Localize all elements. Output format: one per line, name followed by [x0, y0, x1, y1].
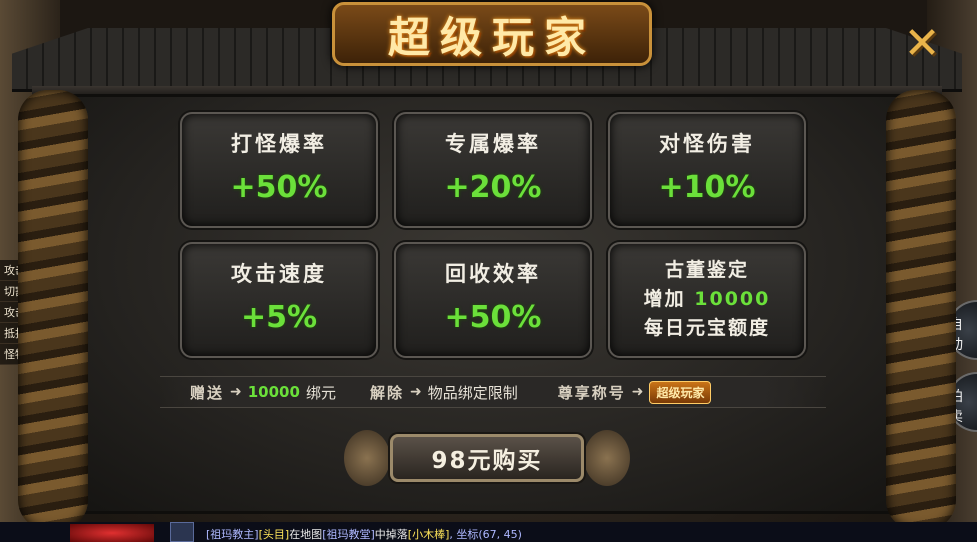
- unbind-value: 物品绑定限制: [427, 383, 518, 402]
- antique-line2-prefix: 增加: [643, 288, 686, 310]
- bonus-card-attack-speed: 攻击速度 +5%: [180, 242, 378, 358]
- buy-button[interactable]: 98元购买: [390, 434, 584, 482]
- arrow-right-icon: ➜: [631, 384, 644, 400]
- gift-value: 10000: [247, 383, 300, 401]
- gift-info: 赠送 ➜ 10000 绑元: [190, 382, 336, 403]
- chat-map-name: [祖玛教堂]: [322, 528, 375, 541]
- title-badge: 超级玩家: [649, 380, 712, 404]
- card-value: +10%: [658, 170, 756, 205]
- arrow-right-icon: ➜: [230, 384, 242, 400]
- unbind-key: 解除: [369, 383, 404, 402]
- bonus-card-recycle-rate: 回收效率 +50%: [394, 242, 592, 358]
- privilege-info-bar: 赠送 ➜ 10000 绑元 解除 ➜ 物品绑定限制 尊享称号 ➜ 超级玩家: [160, 376, 826, 408]
- chat-boss-name: [祖玛教主]: [206, 528, 259, 541]
- card-label: 对怪伤害: [659, 132, 755, 156]
- hp-orb: [70, 524, 154, 542]
- antique-card-text: 古董鉴定 增加 10000 每日元宝额度: [610, 256, 804, 343]
- card-label: 攻击速度: [231, 262, 327, 286]
- gift-unit: 绑元: [305, 383, 336, 402]
- chat-channel-icon[interactable]: [170, 522, 194, 542]
- left-wing-ornament: [344, 430, 390, 486]
- unbind-info: 解除 ➜ 物品绑定限制: [370, 382, 518, 403]
- chat-coord-label: , 坐标: [449, 528, 479, 541]
- title-info: 尊享称号 ➜ 超级玩家: [557, 380, 712, 404]
- chat-item-name: [小木棒]: [407, 528, 450, 541]
- bonus-card-monster-damage: 对怪伤害 +10%: [608, 112, 806, 228]
- chat-text: 在地图: [289, 528, 323, 541]
- card-value: +50%: [230, 170, 328, 205]
- card-label: 专属爆率: [445, 132, 541, 156]
- chat-boss-tag: [头目]: [258, 528, 290, 541]
- left-dragon-pillar: [18, 90, 88, 530]
- chat-coords: (67, 45): [478, 528, 522, 541]
- card-value: +5%: [240, 300, 318, 335]
- super-player-panel: 超级玩家 ✕ 打怪爆率 +50% 专属爆率 +20% 对怪伤害 +10% 攻击速…: [12, 2, 962, 530]
- gift-key: 赠送: [190, 383, 225, 402]
- bonus-card-drop-rate: 打怪爆率 +50%: [180, 112, 378, 228]
- bonus-card-exclusive-drop: 专属爆率 +20%: [394, 112, 592, 228]
- card-value: +50%: [444, 300, 542, 335]
- antique-line3: 每日元宝额度: [643, 317, 770, 339]
- close-icon: ✕: [903, 18, 941, 69]
- antique-line2: 增加 10000: [610, 285, 804, 314]
- bonus-card-antique-appraisal: 古董鉴定 增加 10000 每日元宝额度: [608, 242, 806, 358]
- antique-line2-value: 10000: [694, 288, 771, 310]
- chat-text: 中掉落: [374, 528, 408, 541]
- title-plate: 超级玩家: [332, 2, 652, 66]
- right-dragon-pillar: [886, 90, 956, 530]
- card-label: 回收效率: [445, 262, 541, 286]
- arrow-right-icon: ➜: [409, 384, 422, 400]
- buy-button-label: 98元购买: [431, 448, 543, 474]
- close-button[interactable]: ✕: [900, 22, 944, 66]
- system-chat-message: [祖玛教主][头目]在地图[祖玛教堂]中掉落[小木棒], 坐标(67, 45): [206, 526, 522, 542]
- panel-title: 超级玩家: [387, 12, 596, 62]
- right-wing-ornament: [584, 430, 630, 486]
- card-value: +20%: [444, 170, 542, 205]
- antique-line1: 古董鉴定: [664, 259, 749, 281]
- card-label: 打怪爆率: [231, 132, 327, 156]
- title-key: 尊享称号: [557, 383, 626, 402]
